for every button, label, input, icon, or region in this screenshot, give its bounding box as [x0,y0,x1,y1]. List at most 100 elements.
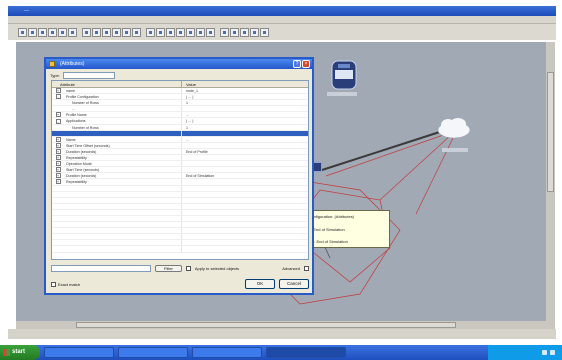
type-label: Type: [50,73,60,78]
attribute-value[interactable]: End of Simulation [182,173,308,178]
filter-input[interactable] [51,265,151,272]
attribute-value[interactable] [182,106,308,111]
row-gutter: + [52,88,64,94]
cloud-label [442,148,468,152]
attribute-value[interactable]: End of Profile [182,149,308,154]
attribute-value[interactable] [182,131,308,136]
close-button[interactable]: × [302,60,310,68]
expand-icon[interactable]: + [55,155,61,161]
attribute-value[interactable] [182,155,308,160]
row-gutter [52,100,64,105]
volume-tray-icon[interactable] [550,350,555,355]
attribute-value[interactable] [182,216,308,221]
attributes-dialog: (Attributes) ? × Type: Attribute Value +… [44,57,314,295]
advanced-label: Advanced [282,266,300,271]
start-button[interactable]: start [0,345,40,360]
column-header-attribute[interactable]: Attribute [52,81,182,87]
attribute-value[interactable] [182,167,308,172]
attribute-value[interactable] [182,222,308,227]
collapse-icon[interactable]: - [55,118,61,124]
row-gutter: + [52,136,64,142]
dialog-title-bar[interactable]: (Attributes) ? × [46,59,312,69]
dialog-bottom-row: Filter Apply to selected objects Advance… [51,264,309,273]
attribute-name [64,209,182,215]
row-gutter: + [52,173,64,179]
attribute-name [64,203,182,209]
grid-header: Attribute Value [52,81,308,88]
taskbar-button-active[interactable] [266,347,346,358]
apply-to-selected-checkbox[interactable] [185,266,191,271]
attribute-name: Start Time (seconds) [64,167,182,173]
link-cloud-router[interactable] [321,127,453,171]
attribute-value[interactable] [182,179,308,184]
row-gutter [52,198,64,203]
expand-icon[interactable]: + [55,136,61,142]
advanced-checkbox[interactable] [304,266,309,271]
attribute-value[interactable] [182,143,308,148]
row-gutter [52,204,64,209]
filter-button[interactable]: Filter [155,265,182,272]
attribute-name: Name [64,136,182,142]
link-cloud-node-1[interactable] [325,131,453,177]
attribute-name [64,130,182,136]
taskbar-button[interactable] [192,347,262,358]
column-header-value[interactable]: Value [182,81,308,87]
attribute-value[interactable]: 1 [182,100,308,105]
network-tray-icon[interactable] [542,350,547,355]
attribute-value[interactable] [182,192,308,197]
attribute-name [64,234,182,240]
taskbar-button[interactable] [44,347,114,358]
attribute-value[interactable] [182,246,308,251]
ok-button[interactable]: OK [245,279,275,289]
taskbar-button[interactable] [118,347,188,358]
attribute-name [64,240,182,246]
attribute-name [64,215,182,222]
row-gutter [52,125,64,130]
row-gutter [52,228,64,233]
attribute-value[interactable]: ( ... ) [182,94,308,99]
help-button[interactable]: ? [293,60,301,68]
attribute-value[interactable] [182,210,308,215]
attribute-value[interactable]: ( ... ) [182,118,308,123]
attribute-row[interactable] [52,246,308,253]
expand-icon[interactable]: + [55,179,61,185]
attribute-name: Number of Rows [64,100,182,106]
attribute-value[interactable] [182,161,308,166]
attribute-value[interactable] [182,186,308,191]
attribute-value[interactable]: ... [182,137,308,142]
attribute-value[interactable] [182,234,308,239]
attribute-name: ... [64,106,182,112]
expand-icon[interactable]: + [55,142,61,148]
router-icon[interactable] [331,60,357,90]
attribute-name: Duration (seconds) [64,148,182,155]
attribute-value[interactable] [182,198,308,203]
expand-icon[interactable]: + [55,167,61,173]
expand-icon[interactable]: + [55,88,61,94]
attribute-value[interactable]: 1 [182,125,308,130]
attribute-value[interactable] [182,228,308,233]
exact-match-checkbox[interactable] [51,281,56,287]
expand-icon[interactable]: + [55,173,61,179]
expand-icon[interactable]: + [55,112,61,118]
row-gutter [52,240,64,245]
row-gutter [52,246,64,251]
type-value-field[interactable] [62,72,115,79]
attribute-name: Repeatability [64,179,182,185]
row-gutter: - [52,94,64,100]
collapse-icon[interactable]: - [55,94,61,100]
attribute-value[interactable]: node_1 [182,88,308,93]
attribute-value[interactable] [182,240,308,245]
row-gutter [52,192,64,197]
type-row: Type: [46,69,312,79]
link-cloud-node-2[interactable] [379,133,453,201]
row-gutter: + [52,155,64,161]
attribute-value[interactable] [182,204,308,209]
cancel-button[interactable]: Cancel [279,279,309,289]
attribute-value[interactable]: ... [182,112,308,117]
attribute-name: name [64,88,182,94]
cloud-icon[interactable] [436,117,472,139]
attribute-name: Applications [64,118,182,124]
row-gutter [52,222,64,227]
expand-icon[interactable]: + [55,148,61,154]
expand-icon[interactable]: + [55,161,61,167]
